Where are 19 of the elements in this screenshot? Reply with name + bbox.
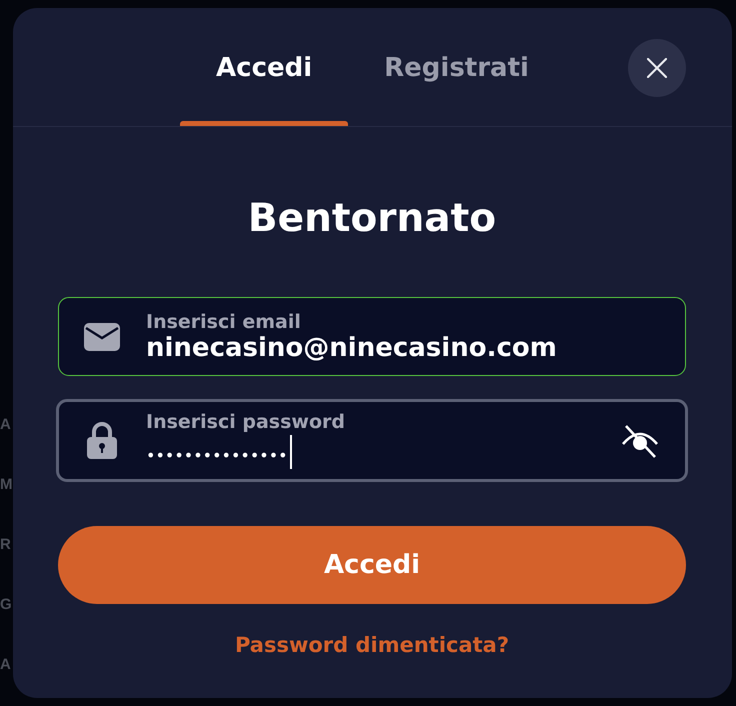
field-label: Inserisci email	[146, 310, 301, 332]
tab[interactable]: Registrati	[348, 8, 565, 126]
menu-item-text: M	[0, 475, 13, 495]
email-field[interactable]: Inserisci email ninecasino@ninecasino.com	[58, 297, 686, 376]
tab[interactable]: Accedi	[180, 8, 348, 126]
close-icon	[647, 58, 667, 78]
field-value: •••••••••••••••	[146, 444, 288, 466]
envelope-icon	[84, 322, 120, 350]
login-button[interactable]: Accedi	[58, 526, 686, 604]
lock-icon	[87, 422, 117, 459]
password-field[interactable]: Inserisci password •••••••••••••••	[56, 399, 688, 482]
menu-item-text: R	[0, 535, 12, 555]
forgot-password-link[interactable]: Password dimenticata?	[234, 630, 510, 660]
field-value: ninecasino@ninecasino.com	[146, 332, 557, 362]
field-label: Inserisci password	[146, 410, 345, 432]
menu-item-text: A	[0, 655, 12, 675]
menu-item-text: G	[0, 595, 13, 615]
menu-item-text: A	[0, 415, 12, 435]
dialog-title: Bentornato	[248, 195, 496, 243]
